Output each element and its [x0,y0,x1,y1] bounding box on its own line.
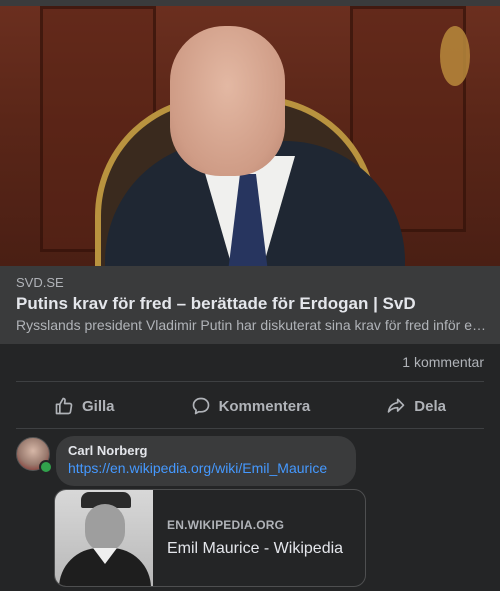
online-status-indicator [39,460,53,474]
divider [16,381,484,382]
comment-bubble: Carl Norberg https://en.wikipedia.org/wi… [56,436,356,486]
preview-thumbnail [55,490,153,586]
link-description: Rysslands president Vladimir Putin har d… [16,317,486,333]
link-domain: SVD.SE [16,275,64,290]
comment-link[interactable]: https://en.wikipedia.org/wiki/Emil_Mauri… [68,460,327,476]
preview-title: Emil Maurice - Wikipedia [167,540,344,557]
link-title[interactable]: Putins krav för fred – berättade för Erd… [16,294,416,314]
comments-count[interactable]: 1 kommentar [402,354,484,370]
comment-button[interactable]: Kommentera [181,390,321,422]
thumbnail-face [85,504,125,552]
link-preview-image[interactable] [0,6,500,266]
share-button[interactable]: Dela [376,390,456,422]
comment-link-preview-card[interactable]: EN.WIKIPEDIA.ORG Emil Maurice - Wikipedi… [54,489,366,587]
like-label: Gilla [82,397,115,415]
like-button[interactable]: Gilla [44,390,125,422]
like-icon [55,397,73,415]
post-actions: Gilla Kommentera Dela [16,388,484,424]
comment-label: Kommentera [218,397,311,415]
share-icon [387,398,405,413]
link-preview-meta[interactable]: SVD.SE Putins krav för fred – berättade … [0,266,500,344]
person-face [170,26,285,176]
comment-icon [192,397,209,415]
preview-domain: EN.WIKIPEDIA.ORG [167,518,285,532]
comment-author[interactable]: Carl Norberg [68,443,147,458]
decor-ornament [440,26,470,86]
share-label: Dela [414,397,446,415]
divider [16,428,484,429]
